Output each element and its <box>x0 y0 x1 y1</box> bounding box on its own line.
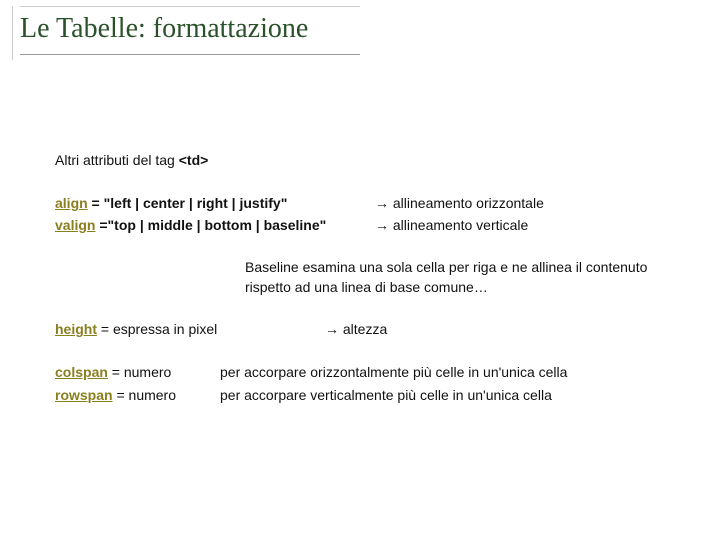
attr-align-desc: → allineamento orizzontale <box>375 193 675 214</box>
attr-colspan-left: colspan = numero <box>55 362 220 383</box>
attr-colspan-row: colspan = numero per accorpare orizzonta… <box>55 362 675 383</box>
slide-title-block: Le Tabelle: formattazione <box>20 12 360 55</box>
arrow-icon: → <box>375 195 389 211</box>
intro-line: Altri attributi del tag <td> <box>55 150 675 171</box>
attr-rowspan-rest: = numero <box>113 387 176 403</box>
attr-valign-desc: → allineamento verticale <box>375 215 675 236</box>
attr-height-desc-text: altezza <box>339 321 387 337</box>
attr-height-row: height = espressa in pixel → altezza <box>55 319 675 340</box>
attr-valign-values: "top | middle | bottom | baseline" <box>108 217 327 233</box>
attr-align-eq: = <box>88 195 104 211</box>
intro-tag: <td> <box>179 152 209 168</box>
attr-align-name: align <box>55 195 88 211</box>
intro-prefix: Altri attributi del tag <box>55 152 179 168</box>
attr-rowspan-left: rowspan = numero <box>55 385 220 406</box>
attr-valign-name: valign <box>55 217 95 233</box>
attr-valign-eq: = <box>95 217 107 233</box>
attr-rowspan-row: rowspan = numero per accorpare verticalm… <box>55 385 675 406</box>
attr-height-name: height <box>55 321 97 337</box>
attr-colspan-name: colspan <box>55 364 108 380</box>
attr-rowspan-desc: per accorpare verticalmente più celle in… <box>220 385 675 406</box>
attr-valign-desc-text: allineamento verticale <box>389 217 528 233</box>
attr-height-desc: → altezza <box>325 319 675 340</box>
title-border-left <box>12 6 13 60</box>
slide-title: Le Tabelle: formattazione <box>20 12 360 52</box>
attr-height-rest: = espressa in pixel <box>97 321 217 337</box>
attr-align-desc-text: allineamento orizzontale <box>389 195 544 211</box>
attr-height-left: height = espressa in pixel <box>55 319 325 340</box>
arrow-icon: → <box>375 217 389 233</box>
attr-valign-left: valign ="top | middle | bottom | baselin… <box>55 215 375 236</box>
title-underline <box>20 54 360 55</box>
attr-align-left: align = "left | center | right | justify… <box>55 193 375 214</box>
slide-content: Altri attributi del tag <td> align = "le… <box>55 150 675 408</box>
attr-align-row: align = "left | center | right | justify… <box>55 193 675 214</box>
title-border-top <box>20 6 360 7</box>
attr-valign-row: valign ="top | middle | bottom | baselin… <box>55 215 675 236</box>
attr-rowspan-name: rowspan <box>55 387 113 403</box>
arrow-icon: → <box>325 321 339 337</box>
attr-colspan-desc: per accorpare orizzontalmente più celle … <box>220 362 675 383</box>
attr-align-values: "left | center | right | justify" <box>104 195 288 211</box>
baseline-note: Baseline esamina una sola cella per riga… <box>245 258 665 297</box>
attr-colspan-rest: = numero <box>108 364 171 380</box>
